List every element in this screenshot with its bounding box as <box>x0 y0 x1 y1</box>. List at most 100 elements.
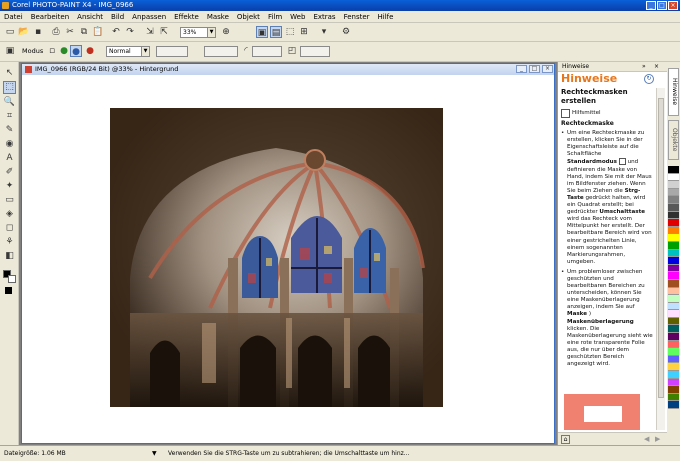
palette-swatch[interactable] <box>668 241 679 250</box>
menu-datei[interactable]: Datei <box>0 11 27 23</box>
text-tool-icon[interactable]: A <box>3 152 16 165</box>
menu-ansicht[interactable]: Ansicht <box>73 11 107 23</box>
fill-color-swatch[interactable] <box>5 287 12 294</box>
palette-swatch[interactable] <box>668 173 679 182</box>
palette-swatch[interactable] <box>668 226 679 235</box>
palette-swatch[interactable] <box>668 348 679 356</box>
fill-tool-icon[interactable]: ◈ <box>3 208 16 221</box>
doc-close-button[interactable]: × <box>542 65 553 73</box>
clone-tool-icon[interactable]: ⚘ <box>3 236 16 249</box>
palette-swatch[interactable] <box>668 393 679 402</box>
palette-swatch[interactable] <box>668 234 679 242</box>
save-icon[interactable]: ▪ <box>32 26 44 38</box>
hints-scrollbar[interactable] <box>656 88 665 430</box>
rectangle-mask-tool-icon[interactable]: ⬚ <box>3 81 16 94</box>
photo-canvas[interactable] <box>110 108 443 407</box>
paper-color-swatch[interactable] <box>8 275 16 283</box>
zoom-combobox[interactable]: 33% ▼ <box>180 27 216 38</box>
palette-swatch[interactable] <box>668 211 679 220</box>
palette-swatch[interactable] <box>668 196 679 204</box>
palette-swatch[interactable] <box>668 188 679 197</box>
merge-mode-select[interactable]: Normal ▼ <box>106 46 150 57</box>
palette-swatch[interactable] <box>668 378 679 387</box>
palette-swatch[interactable] <box>668 317 679 326</box>
corner-round-icon[interactable]: ◜ <box>240 45 252 57</box>
undo-icon[interactable]: ↶ <box>110 26 122 38</box>
rectangle-tool-icon[interactable]: ▭ <box>3 194 16 207</box>
palette-swatch[interactable] <box>668 264 679 273</box>
mode-normal-icon[interactable]: ▫ <box>46 45 58 57</box>
anti-alias-icon[interactable]: ◰ <box>286 45 298 57</box>
palette-swatch[interactable] <box>668 325 679 334</box>
zoom-tool-icon[interactable]: 🔍 <box>3 96 16 109</box>
open-file-icon[interactable]: 📂 <box>18 26 30 38</box>
marquee-icon[interactable]: ⬚ <box>284 26 296 38</box>
app-launcher-icon[interactable]: ⚙ <box>340 26 352 38</box>
menu-film[interactable]: Film <box>264 11 286 23</box>
paint-tool-icon[interactable]: ✐ <box>3 166 16 179</box>
status-dropdown-icon[interactable]: ▼ <box>152 446 157 461</box>
zoom-100-icon[interactable]: ⊕ <box>220 26 232 38</box>
forward-icon[interactable]: ▶ <box>655 435 660 443</box>
eraser-tool-icon[interactable]: ◻ <box>3 222 16 235</box>
menu-effekte[interactable]: Effekte <box>170 11 203 23</box>
palette-swatch[interactable] <box>668 272 679 280</box>
menu-bearbeiten[interactable]: Bearbeiten <box>27 11 73 23</box>
width-field[interactable] <box>300 46 330 57</box>
full-screen-icon[interactable]: ▣ <box>256 26 268 38</box>
pick-tool-icon[interactable]: ↖ <box>3 67 16 80</box>
crop-tool-icon[interactable]: ⌗ <box>3 110 16 123</box>
home-icon[interactable]: ⌂ <box>561 435 570 444</box>
new-file-icon[interactable]: ▭ <box>4 26 16 38</box>
doc-maximize-button[interactable]: □ <box>529 65 540 73</box>
palette-swatch[interactable] <box>668 310 679 318</box>
close-button[interactable]: × <box>668 1 678 10</box>
palette-swatch[interactable] <box>668 249 679 258</box>
palette-swatch[interactable] <box>668 219 679 227</box>
paste-icon[interactable]: 📋 <box>92 26 104 38</box>
fit-window-icon[interactable]: ▤ <box>270 26 282 38</box>
effect-tool-icon[interactable]: ✦ <box>3 180 16 193</box>
palette-swatch[interactable] <box>668 302 679 311</box>
mode-add-icon[interactable]: ● <box>58 45 70 57</box>
cut-icon[interactable]: ✂ <box>64 26 76 38</box>
mode-subtract-icon[interactable]: ● <box>84 45 96 57</box>
chevron-down-icon[interactable]: ▼ <box>207 28 215 37</box>
copy-icon[interactable]: ⧉ <box>78 26 90 38</box>
chevron-down-icon[interactable]: ▼ <box>141 47 149 56</box>
palette-swatch[interactable] <box>668 333 679 341</box>
hints-options-icon[interactable]: ↻ <box>644 74 654 84</box>
palette-swatch[interactable] <box>668 371 679 379</box>
menu-web[interactable]: Web <box>286 11 309 23</box>
launcher-icon[interactable]: ▾ <box>318 26 330 38</box>
docker-expand-icon[interactable]: » <box>642 62 646 72</box>
palette-swatch[interactable] <box>668 340 679 349</box>
menu-bild[interactable]: Bild <box>107 11 128 23</box>
scrollbar-thumb[interactable] <box>658 98 664 398</box>
roundness-field[interactable] <box>252 46 282 57</box>
transparency-field[interactable] <box>156 46 188 57</box>
import-icon[interactable]: ⇲ <box>144 26 156 38</box>
red-eye-tool-icon[interactable]: ◉ <box>3 138 16 151</box>
tab-hinweise[interactable]: Hinweise <box>668 68 679 116</box>
export-icon[interactable]: ⇱ <box>158 26 170 38</box>
grid-icon[interactable]: ⊞ <box>298 26 310 38</box>
palette-swatch[interactable] <box>668 355 679 364</box>
palette-swatch[interactable] <box>668 363 679 372</box>
docker-close-icon[interactable]: × <box>654 62 659 72</box>
menu-hilfe[interactable]: Hilfe <box>374 11 398 23</box>
minimize-button[interactable]: _ <box>646 1 656 10</box>
menu-objekt[interactable]: Objekt <box>233 11 264 23</box>
maximize-button[interactable]: □ <box>657 1 667 10</box>
palette-swatch[interactable] <box>668 386 679 394</box>
palette-swatch[interactable] <box>668 257 679 265</box>
palette-swatch[interactable] <box>668 203 679 212</box>
back-icon[interactable]: ◀ <box>644 435 649 443</box>
menu-maske[interactable]: Maske <box>203 11 233 23</box>
tab-objekte[interactable]: Objekte <box>668 120 679 160</box>
feather-field[interactable] <box>204 46 238 57</box>
redo-icon[interactable]: ↷ <box>124 26 136 38</box>
palette-swatch[interactable] <box>668 287 679 296</box>
palette-swatch[interactable] <box>668 181 679 189</box>
menu-fenster[interactable]: Fenster <box>340 11 374 23</box>
